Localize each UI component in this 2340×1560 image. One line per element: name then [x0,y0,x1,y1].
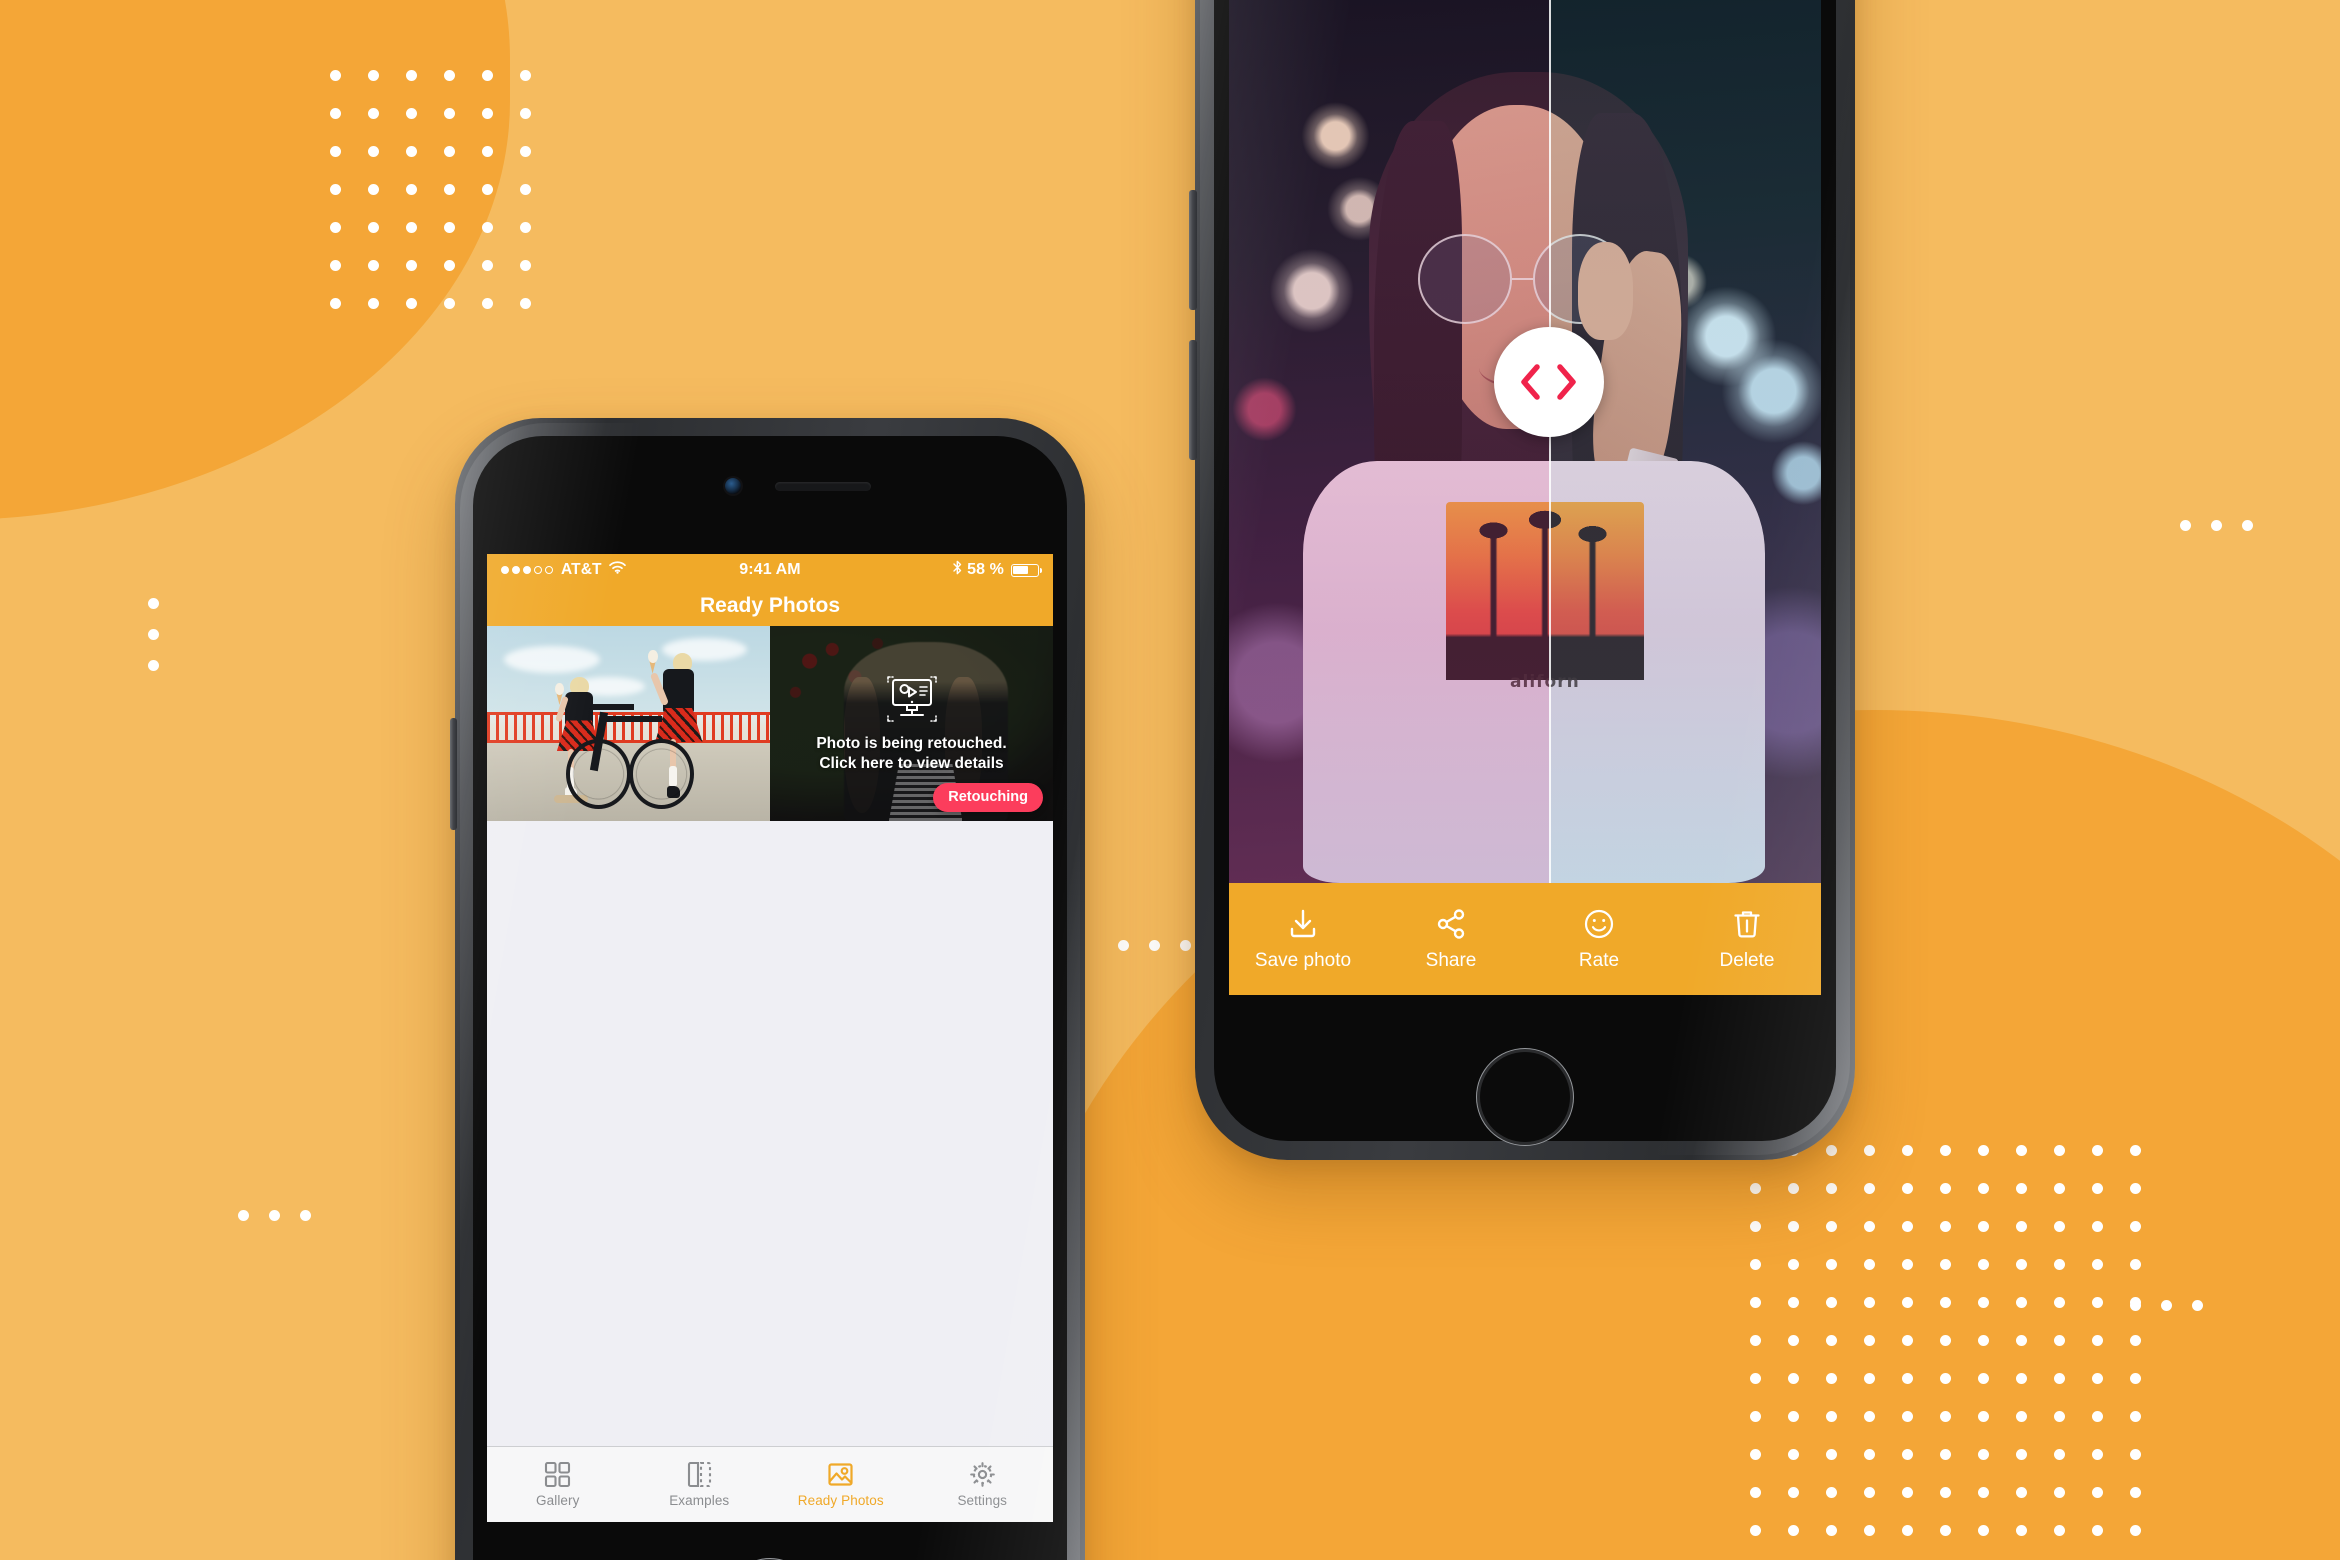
wifi-icon [608,561,626,579]
tab-label-ready-photos: Ready Photos [797,1493,884,1508]
tab-gallery[interactable]: Gallery [487,1447,629,1522]
left-phone-speaker [775,482,871,491]
before-after-viewer[interactable]: aliforn [1229,0,1821,883]
compare-slider-handle[interactable] [1493,326,1604,437]
compare-divider-line [1548,0,1551,883]
save-photo-button[interactable]: Save photo [1229,907,1377,972]
dot-cluster-mid-left [238,1210,311,1221]
bicycle-photo-thumbnail [487,626,770,821]
left-phone-volume-button[interactable] [450,718,457,830]
left-status-bar: AT&T 9:41 AM 58 % [487,554,1053,586]
monitor-retouch-icon [881,674,943,726]
photo-card-bicycle[interactable] [487,626,770,821]
grid-icon [544,1461,571,1488]
left-navbar: AT&T 9:41 AM 58 % Ready Photos [487,554,1053,626]
carrier-label: AT&T [561,561,602,578]
signal-strength-icon [501,566,553,574]
tab-bar: Gallery Examples Ready Photos Settings [487,1446,1053,1522]
photo-card-row: Photo is being retouched. Click here to … [487,626,1053,821]
right-phone-home-button[interactable] [1479,1051,1571,1143]
tab-label-gallery: Gallery [536,1493,580,1508]
right-phone-screen: AT&T 9:41 AM [1229,0,1821,995]
left-phone-face: AT&T 9:41 AM 58 % Ready Photos Photo is … [473,436,1067,1560]
tshirt-graphic [1445,501,1645,681]
action-toolbar: Save photo Share Rate Delete [1229,883,1821,995]
left-phone-device: AT&T 9:41 AM 58 % Ready Photos Photo is … [450,418,1085,1560]
tab-examples[interactable]: Examples [629,1447,771,1522]
battery-icon [1011,563,1042,577]
tab-label-examples: Examples [669,1493,730,1508]
right-phone-volume-down-button[interactable] [1189,340,1197,460]
delete-button[interactable]: Delete [1673,907,1821,972]
split-rectangle-icon [686,1461,713,1488]
image-icon [827,1461,854,1488]
dot-cluster-far-right [2130,1300,2203,1311]
share-nodes-icon [1434,907,1468,941]
right-phone-device: AT&T 9:41 AM [1189,0,1855,1160]
clock-label: 9:41 AM [739,561,801,578]
smiley-icon [1582,907,1616,941]
right-phone-face: AT&T 9:41 AM [1214,0,1836,1141]
retouching-line-1: Photo is being retouched. [816,734,1007,752]
retouching-line-2: Click here to view details [819,754,1004,772]
dot-cluster-mid [1118,940,1191,951]
chevron-right-icon [1555,363,1579,401]
save-photo-label: Save photo [1254,949,1352,971]
share-button[interactable]: Share [1377,907,1525,972]
rate-button[interactable]: Rate [1525,907,1673,972]
background-blob-top-left [0,0,510,520]
trash-icon [1730,907,1764,941]
delete-label: Delete [1719,949,1775,971]
dot-cluster-right [2180,520,2253,531]
tab-settings[interactable]: Settings [912,1447,1054,1522]
gear-icon [969,1461,996,1488]
status-badge[interactable]: Retouching [933,783,1043,812]
dot-cluster-left [148,598,159,671]
left-phone-camera [725,478,741,494]
right-phone-volume-up-button[interactable] [1189,190,1197,310]
background [0,0,2340,1560]
portrait-subject: aliforn [1259,72,1810,883]
rate-label: Rate [1578,949,1620,971]
retouching-message: Photo is being retouched. Click here to … [816,734,1006,774]
tshirt-text: aliforn [1510,672,1580,693]
download-icon [1286,907,1320,941]
share-label: Share [1425,949,1477,971]
tab-ready-photos[interactable]: Ready Photos [770,1447,912,1522]
empty-list-area [487,821,1053,1446]
tab-label-settings: Settings [957,1493,1008,1508]
left-phone-screen: AT&T 9:41 AM 58 % Ready Photos Photo is … [487,554,1053,1522]
photo-card-retouching[interactable]: Photo is being retouched. Click here to … [770,626,1053,821]
battery-percent-label: 58 % [967,561,1004,578]
bluetooth-icon [953,560,962,580]
chevron-left-icon [1518,363,1542,401]
page-title: Ready Photos [699,594,841,617]
